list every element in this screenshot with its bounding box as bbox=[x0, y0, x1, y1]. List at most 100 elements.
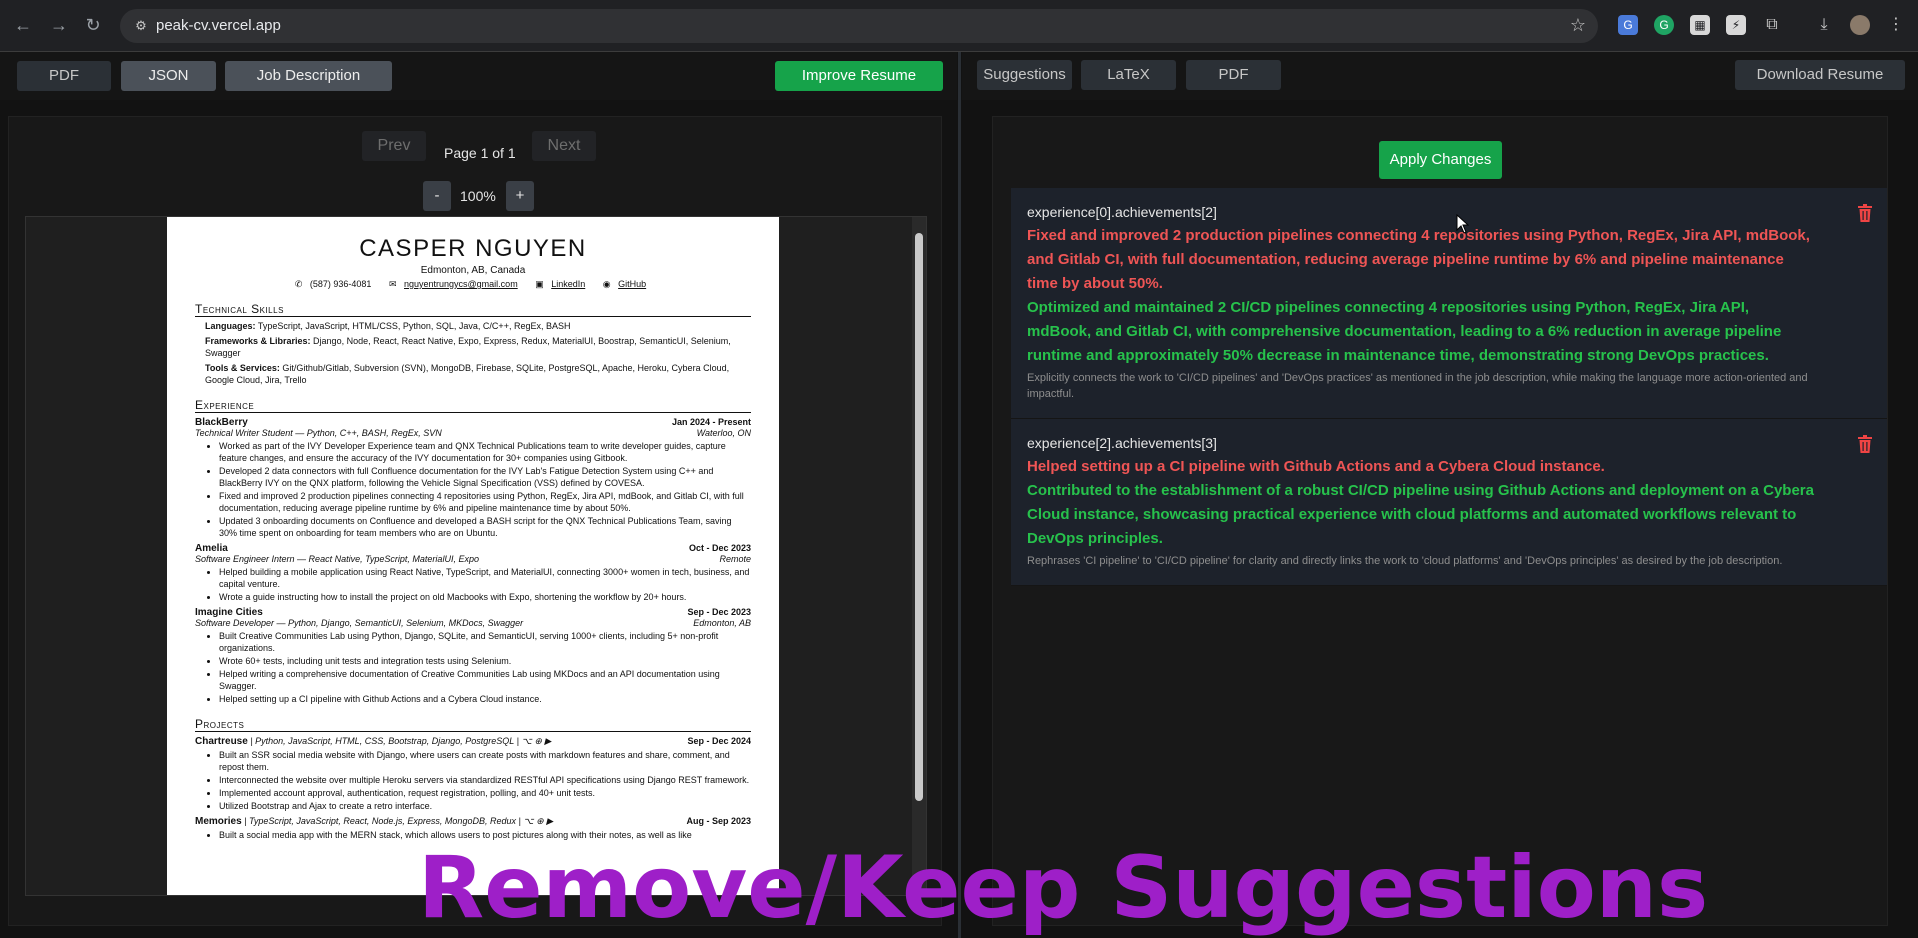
tool-extension-icon[interactable]: ⚡ bbox=[1726, 15, 1746, 35]
job-subheader: Technical Writer Student — Python, C++, … bbox=[195, 428, 751, 438]
pdf-viewer[interactable]: CASPER NGUYEN Edmonton, AB, Canada ✆ (58… bbox=[25, 216, 927, 896]
forward-icon[interactable]: → bbox=[48, 14, 70, 36]
job-header: Imagine Cities Sep - Dec 2023 bbox=[195, 607, 751, 618]
page-indicator: Page 1 of 1 bbox=[444, 145, 516, 161]
browser-chrome: ← → ↻ ⚙ peak-cv.vercel.app ☆ G G ▦ ⚡ ⧉ ⤓… bbox=[0, 0, 1918, 52]
resume-contacts: ✆ (587) 936-4081 ✉ nguyentrungycs@gmail.… bbox=[167, 279, 779, 290]
job-date: Sep - Dec 2023 bbox=[687, 607, 751, 617]
job-bullet: Updated 3 onboarding documents on Conflu… bbox=[219, 515, 751, 539]
suggestion-reason: Rephrases 'CI pipeline' to 'CI/CD pipeli… bbox=[1027, 555, 1783, 567]
suggestion-path: experience[2].achievements[3] bbox=[1027, 435, 1217, 451]
app-root: PDF JSON Job Description Improve Resume … bbox=[0, 52, 1918, 938]
project-header: Chartreuse | Python, JavaScript, HTML, C… bbox=[195, 736, 751, 747]
suggestion-improved: Contributed to the establishment of a ro… bbox=[1027, 482, 1814, 547]
job-company: Imagine Cities bbox=[195, 607, 263, 618]
project-title: Memories | TypeScript, JavaScript, React… bbox=[195, 816, 553, 827]
skill-line: Languages: TypeScript, JavaScript, HTML/… bbox=[205, 320, 743, 332]
suggestion-reason: Explicitly connects the work to 'CI/CD p… bbox=[1027, 372, 1808, 400]
profile-avatar[interactable] bbox=[1850, 15, 1870, 35]
tab-pdf-left[interactable]: PDF bbox=[17, 61, 111, 91]
resume-page: CASPER NGUYEN Edmonton, AB, Canada ✆ (58… bbox=[167, 217, 779, 895]
grammarly-extension-icon[interactable]: G bbox=[1654, 15, 1674, 35]
job-bullet: Wrote a guide instructing how to install… bbox=[219, 591, 751, 603]
zoom-level: 100% bbox=[460, 188, 496, 204]
project-bullets: Built an SSR social media website with D… bbox=[219, 749, 751, 812]
project-title: Chartreuse | Python, JavaScript, HTML, C… bbox=[195, 736, 551, 747]
skill-category: Frameworks & Libraries: bbox=[205, 336, 311, 346]
tab-job-description[interactable]: Job Description bbox=[225, 61, 392, 91]
project-name: Memories bbox=[195, 816, 242, 827]
tab-pdf-right[interactable]: PDF bbox=[1186, 60, 1281, 90]
job-header: BlackBerry Jan 2024 - Present bbox=[195, 417, 751, 428]
tab-suggestions[interactable]: Suggestions bbox=[977, 60, 1072, 90]
menu-kebab-icon[interactable]: ⋮ bbox=[1886, 15, 1906, 35]
suggestion-original: Helped setting up a CI pipeline with Git… bbox=[1027, 458, 1605, 475]
site-settings-icon[interactable]: ⚙ bbox=[132, 17, 150, 35]
download-resume-button[interactable]: Download Resume bbox=[1735, 60, 1905, 90]
experience-list: BlackBerry Jan 2024 - Present Technical Wr… bbox=[167, 417, 779, 705]
bookmark-star-icon[interactable]: ☆ bbox=[1570, 15, 1586, 36]
skill-values: TypeScript, JavaScript, HTML/CSS, Python… bbox=[255, 321, 571, 331]
job-role: Software Developer — Python, Django, Sem… bbox=[195, 618, 524, 628]
extensions-puzzle-icon[interactable]: ⧉ bbox=[1762, 15, 1782, 35]
project-date: Sep - Dec 2024 bbox=[687, 736, 751, 746]
scrollbar-thumb[interactable] bbox=[915, 233, 923, 801]
apply-changes-button[interactable]: Apply Changes bbox=[1379, 141, 1502, 179]
job-bullet: Developed 2 data connectors with full Co… bbox=[219, 465, 751, 489]
suggestion-card: experience[2].achievements[3] Helped sett… bbox=[1011, 419, 1887, 586]
skill-category: Languages: bbox=[205, 321, 256, 331]
phone-text: ✆ (587) 936-4081 bbox=[294, 279, 372, 289]
project-name: Chartreuse bbox=[195, 736, 248, 747]
job-bullet: Built Creative Communities Lab using Pyt… bbox=[219, 630, 751, 654]
prev-page-button[interactable]: Prev bbox=[362, 131, 426, 161]
pane-divider[interactable] bbox=[958, 52, 961, 938]
pdf-scrollbar[interactable] bbox=[912, 217, 926, 895]
tab-latex[interactable]: LaTeX bbox=[1081, 60, 1176, 90]
left-toolbar: PDF JSON Job Description Improve Resume bbox=[0, 52, 957, 100]
suggestion-improved: Optimized and maintained 2 CI/CD pipelin… bbox=[1027, 299, 1782, 364]
linkedin-link[interactable]: ▣ LinkedIn bbox=[535, 279, 590, 289]
skills-list: Languages: TypeScript, JavaScript, HTML/… bbox=[167, 320, 779, 386]
back-icon[interactable]: ← bbox=[12, 14, 34, 36]
projects-heading: Projects bbox=[195, 717, 751, 732]
zoom-in-button[interactable]: + bbox=[506, 181, 534, 211]
resume-location: Edmonton, AB, Canada bbox=[420, 265, 526, 276]
skill-values: Git/Github/Gitlab, Subversion (SVN), Mon… bbox=[205, 363, 730, 385]
zoom-out-button[interactable]: - bbox=[423, 181, 451, 211]
next-page-button[interactable]: Next bbox=[532, 131, 596, 161]
project-bullet: Interconnected the website over multiple… bbox=[219, 774, 751, 786]
job-bullet: Worked as part of the IVY Developer Expe… bbox=[219, 440, 751, 464]
right-toolbar: Suggestions LaTeX PDF Download Resume bbox=[962, 52, 1918, 100]
mouse-cursor-icon bbox=[1456, 214, 1470, 234]
reload-icon[interactable]: ↻ bbox=[82, 14, 104, 36]
tab-json[interactable]: JSON bbox=[121, 61, 216, 91]
projects-list: Chartreuse | Python, JavaScript, HTML, C… bbox=[167, 736, 779, 841]
job-place: Remote bbox=[719, 554, 751, 564]
job-date: Oct - Dec 2023 bbox=[688, 543, 751, 553]
project-entry: Chartreuse | Python, JavaScript, HTML, C… bbox=[195, 736, 751, 812]
improve-resume-button[interactable]: Improve Resume bbox=[775, 61, 943, 91]
delete-suggestion-trash-icon[interactable] bbox=[1857, 435, 1873, 453]
job-role: Technical Writer Student — Python, C++, … bbox=[195, 428, 442, 438]
phone-number: (587) 936-4081 bbox=[309, 279, 372, 289]
job-place: Edmonton, AB bbox=[693, 618, 751, 628]
job-bullets: Worked as part of the IVY Developer Expe… bbox=[219, 440, 751, 539]
github-link[interactable]: ◉ GitHub bbox=[603, 279, 651, 289]
job-header: Amelia Oct - Dec 2023 bbox=[195, 543, 751, 554]
delete-suggestion-trash-icon[interactable] bbox=[1857, 204, 1873, 222]
job-company: BlackBerry bbox=[195, 417, 248, 428]
project-bullet: Implemented account approval, authentica… bbox=[219, 787, 751, 799]
project-header: Memories | TypeScript, JavaScript, React… bbox=[195, 816, 751, 827]
url-text: peak-cv.vercel.app bbox=[156, 17, 281, 34]
email-link[interactable]: ✉ nguyentrungycs@gmail.com bbox=[389, 279, 523, 289]
address-bar[interactable]: ⚙ peak-cv.vercel.app ☆ bbox=[120, 9, 1598, 43]
job-entry: BlackBerry Jan 2024 - Present Technical Wr… bbox=[195, 417, 751, 539]
linkedin-label: LinkedIn bbox=[551, 279, 586, 289]
job-company: Amelia bbox=[195, 543, 228, 554]
project-bullet: Built an SSR social media website with D… bbox=[219, 749, 751, 773]
project-stack: | Python, JavaScript, HTML, CSS, Bootstr… bbox=[247, 736, 552, 746]
translate-extension-icon[interactable]: G bbox=[1618, 15, 1638, 35]
qr-extension-icon[interactable]: ▦ bbox=[1690, 15, 1710, 35]
download-icon[interactable]: ⤓ bbox=[1814, 15, 1834, 35]
project-date: Aug - Sep 2023 bbox=[686, 816, 751, 826]
